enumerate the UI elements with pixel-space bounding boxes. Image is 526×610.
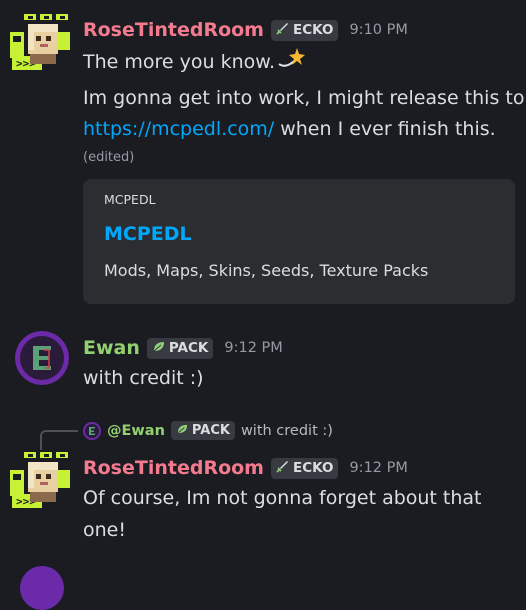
author-name[interactable]: RoseTintedRoom — [83, 18, 264, 42]
reply-author[interactable]: @Ewan — [107, 423, 165, 439]
reply-preview[interactable]: @Ewan PACK with credit :) — [83, 421, 333, 440]
link-embed: MCPEDL MCPEDL Mods, Maps, Skins, Seeds, … — [83, 179, 515, 304]
message-text: Of course, Im not gonna forget about tha… — [83, 487, 482, 509]
message-text: with credit :) — [83, 367, 204, 389]
edited-label: (edited) — [83, 150, 135, 165]
clan-tag-label: ECKO — [292, 460, 334, 476]
message-text: Im gonna get into work, I might release … — [83, 87, 525, 109]
clan-tag[interactable]: PACK — [146, 337, 214, 359]
reply-spine — [40, 430, 78, 450]
sword-icon — [276, 460, 289, 477]
embed-provider[interactable]: MCPEDL — [104, 192, 156, 207]
message-link[interactable]: https://mcpedl.com/ — [83, 118, 274, 140]
avatar[interactable]: >>> — [10, 450, 74, 514]
author-name[interactable]: RoseTintedRoom — [83, 456, 264, 480]
avatar[interactable] — [20, 566, 64, 610]
message-text: when I ever finish this. — [274, 118, 496, 140]
author-name[interactable]: Ewan — [83, 336, 140, 360]
leaf-icon — [152, 340, 165, 357]
clan-tag-label: PACK — [168, 340, 209, 356]
timestamp: 9:10 PM — [349, 22, 408, 38]
avatar[interactable] — [15, 331, 69, 385]
timestamp: 9:12 PM — [349, 460, 408, 476]
sword-icon — [276, 22, 289, 39]
message-text: one! — [83, 519, 126, 541]
reply-text: with credit :) — [240, 422, 333, 439]
clan-tag[interactable]: ECKO — [270, 457, 339, 479]
clan-tag-label: PACK — [191, 423, 230, 438]
timestamp: 9:12 PM — [224, 340, 283, 356]
embed-title[interactable]: MCPEDL — [104, 223, 192, 245]
leaf-icon — [176, 423, 188, 439]
clan-tag[interactable]: ECKO — [270, 19, 339, 41]
embed-description: Mods, Maps, Skins, Seeds, Texture Packs — [104, 261, 429, 280]
dizzy-star-emoji[interactable] — [277, 44, 307, 81]
avatar[interactable]: >>> — [10, 12, 74, 76]
message-text: The more you know. — [83, 51, 276, 73]
reply-avatar — [83, 421, 101, 440]
clan-tag-label: ECKO — [292, 22, 334, 38]
clan-tag[interactable]: PACK — [170, 421, 235, 440]
